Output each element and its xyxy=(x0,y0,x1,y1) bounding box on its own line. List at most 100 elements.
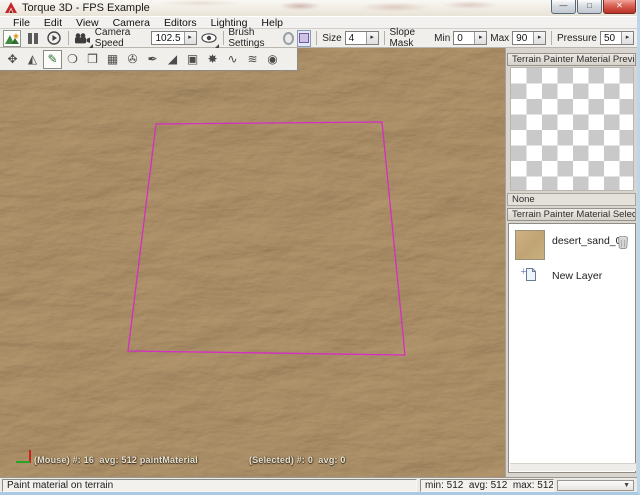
datablock-editor-tool-button[interactable]: ✇ xyxy=(123,50,142,69)
object-editor-tool-button[interactable]: ✥ xyxy=(3,50,22,69)
mission-area-icon: ▣ xyxy=(187,52,198,66)
menu-item-file[interactable]: File xyxy=(6,17,37,29)
window-title: Torque 3D - FPS Example xyxy=(22,2,150,14)
material-selector-list: desert_sand_03 ＋ New Layer xyxy=(508,223,636,473)
dropdown-arrow-icon: ▼ xyxy=(623,482,630,489)
camera-dropdown-arrow-icon xyxy=(89,44,93,48)
toolbar-separator xyxy=(551,31,552,45)
object-editor-icon: ✥ xyxy=(7,52,17,66)
river-editor-tool-button[interactable]: ≋ xyxy=(243,50,262,69)
minimize-button[interactable]: — xyxy=(551,0,576,14)
axis-gizmo-x-icon xyxy=(16,461,30,463)
slope-mask-label: Slope Mask xyxy=(389,27,431,49)
brush-shape-ellipse-button[interactable] xyxy=(283,32,294,45)
gui-editor-icon: ▦ xyxy=(107,52,118,66)
camera-speed-label: Camera Speed xyxy=(95,27,149,49)
mission-area-editor-tool-button[interactable]: ▣ xyxy=(183,50,202,69)
terrain-painter-panel: Terrain Painter Material Preview None Te… xyxy=(505,48,637,477)
shape-editor-icon: ❒ xyxy=(87,52,98,66)
material-list-hscrollbar[interactable] xyxy=(510,463,636,471)
brush-size-spinner-arrow-icon[interactable]: ▸ xyxy=(366,32,378,44)
play-icon xyxy=(47,31,61,45)
slope-max-spinner-arrow-icon[interactable]: ▸ xyxy=(533,32,545,44)
particle-editor-icon: ✒ xyxy=(147,52,157,66)
play-button[interactable] xyxy=(45,30,63,47)
pressure-spinner-arrow-icon[interactable]: ▸ xyxy=(621,32,633,44)
torque3d-window: Torque 3D - FPS Example — □ ✕ File Edit … xyxy=(0,0,640,495)
brush-shape-box-button[interactable] xyxy=(297,30,311,47)
svg-text:＋: ＋ xyxy=(520,268,527,276)
forest-editor-tool-button[interactable]: ✸ xyxy=(203,50,222,69)
datablock-editor-icon: ✇ xyxy=(127,52,137,66)
toolbar-separator xyxy=(223,31,224,45)
delete-material-icon[interactable] xyxy=(618,236,628,249)
material-editor-tool-button[interactable]: ❍ xyxy=(63,50,82,69)
terrain-painter-icon: ✎ xyxy=(47,52,57,66)
slope-max-value[interactable]: 90 xyxy=(513,33,533,44)
gui-editor-tool-button[interactable]: ▦ xyxy=(103,50,122,69)
slope-min-spinner-arrow-icon[interactable]: ▸ xyxy=(474,32,486,44)
editor-tools-toolbar: ✥ ◭ ✎ ❍ ❒ ▦ ✇ ✒ ◢ ▣ ✸ ∿ ≋ ◉ xyxy=(0,48,298,71)
visibility-menu-button[interactable] xyxy=(200,30,218,47)
new-layer-icon: ＋ xyxy=(520,267,538,282)
road-path-editor-icon: ∿ xyxy=(227,52,237,66)
ramp-tool-button[interactable]: ◢ xyxy=(163,50,182,69)
selected-stats-readout: (Selected) #: 0 avg: 0 xyxy=(249,455,346,465)
brush-size-value[interactable]: 4 xyxy=(346,33,366,44)
terrain-editor-icon: ◭ xyxy=(28,52,37,66)
title-bar: Torque 3D - FPS Example — □ ✕ xyxy=(0,0,637,16)
decal-editor-icon: ◉ xyxy=(267,52,277,66)
terrain-stats-readout: min: 512 avg: 512 max: 512 xyxy=(420,479,554,492)
material-preview-header: Terrain Painter Material Preview xyxy=(507,53,636,66)
road-path-editor-tool-button[interactable]: ∿ xyxy=(223,50,242,69)
material-list-item[interactable]: desert_sand_03 xyxy=(510,227,634,263)
landscape-icon xyxy=(5,32,19,44)
brush-size-spinner: 4 ▸ xyxy=(345,31,379,45)
main-toolbar: Camera Speed 102.5 ▸ Brush Settings Size… xyxy=(0,29,637,48)
brush-settings-label: Brush Settings xyxy=(228,27,280,49)
slope-min-value[interactable]: 0 xyxy=(454,33,474,44)
terrain-editor-tool-button[interactable]: ◭ xyxy=(23,50,42,69)
status-message: Paint material on terrain xyxy=(2,479,417,492)
size-label: Size xyxy=(322,33,341,44)
decal-editor-tool-button[interactable]: ◉ xyxy=(263,50,282,69)
forest-editor-icon: ✸ xyxy=(207,52,217,66)
camera-speed-value[interactable]: 102.5 xyxy=(152,33,183,44)
material-thumbnail xyxy=(515,230,545,260)
new-layer-item[interactable]: ＋ New Layer xyxy=(510,264,634,288)
toolbar-separator xyxy=(68,31,69,45)
status-bar: Paint material on terrain min: 512 avg: … xyxy=(0,477,637,492)
camera-menu-button[interactable] xyxy=(74,30,92,47)
close-button[interactable]: ✕ xyxy=(603,0,636,14)
visibility-dropdown-arrow-icon xyxy=(215,44,219,48)
toolbar-separator xyxy=(384,31,385,45)
maximize-button[interactable]: □ xyxy=(577,0,602,14)
shape-editor-tool-button[interactable]: ❒ xyxy=(83,50,102,69)
terrain-render xyxy=(0,48,505,477)
torque-logo-icon xyxy=(5,2,17,14)
material-preview-name: None xyxy=(507,193,636,206)
eye-icon xyxy=(201,33,217,43)
pressure-spinner: 50 ▸ xyxy=(600,31,634,45)
pressure-value[interactable]: 50 xyxy=(601,33,621,44)
menu-item-edit[interactable]: Edit xyxy=(37,17,69,29)
menu-item-editors[interactable]: Editors xyxy=(157,17,204,29)
status-dropdown[interactable]: ▼ xyxy=(557,480,634,491)
mouse-stats-readout: (Mouse) #: 16 avg: 512 paintMaterial xyxy=(34,455,198,465)
river-editor-icon: ≋ xyxy=(247,52,257,66)
world-editor-button[interactable] xyxy=(3,30,21,47)
terrain-painter-tool-button[interactable]: ✎ xyxy=(43,50,62,69)
terrain-viewport[interactable]: (Mouse) #: 16 avg: 512 paintMaterial (Se… xyxy=(0,48,505,477)
slope-min-spinner: 0 ▸ xyxy=(453,31,487,45)
pressure-label: Pressure xyxy=(557,33,597,44)
slope-max-spinner: 90 ▸ xyxy=(512,31,546,45)
toolbar-separator xyxy=(316,31,317,45)
columns-icon xyxy=(28,33,38,44)
slope-min-label: Min xyxy=(434,33,450,44)
material-editor-icon: ❍ xyxy=(67,52,78,66)
material-selector-header: Terrain Painter Material Selector xyxy=(507,208,636,221)
particle-editor-tool-button[interactable]: ✒ xyxy=(143,50,162,69)
brush-box-icon xyxy=(299,33,309,43)
camera-speed-spinner-arrow-icon[interactable]: ▸ xyxy=(184,32,196,44)
layout-columns-button[interactable] xyxy=(24,30,42,47)
